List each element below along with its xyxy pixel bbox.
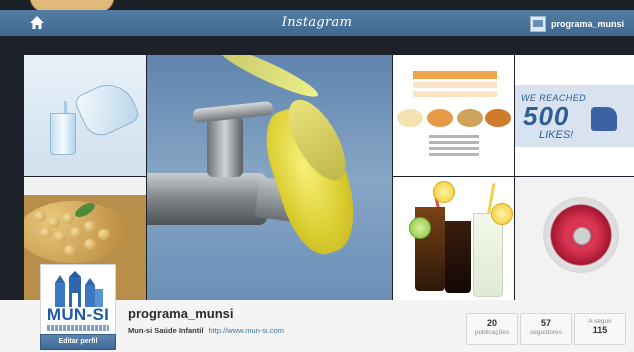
photo-detail [413,82,497,88]
photo-detail [397,109,423,127]
photo-detail [427,109,453,127]
photo-detail [429,141,479,144]
stat-following[interactable]: A seguir 115 [574,313,626,345]
photo-blender[interactable] [515,177,634,300]
thumbs-up-icon [591,107,617,131]
photo-detail [457,109,483,127]
profile-username: programa_munsi [128,306,234,321]
photo-500-likes[interactable]: WE REACHED 500 LIKES! [515,55,634,176]
photo-detail [433,181,455,203]
photo-detail [84,221,96,232]
photo-detail [573,227,591,245]
photo-detail [413,91,497,97]
photo-detail [429,147,479,150]
photo-detail [72,75,142,142]
photo-detail [429,153,479,156]
photo-detail [54,231,66,242]
bio-name: Mun-si Saúde Infantil [128,326,204,335]
photo-detail [64,245,76,256]
photo-detail [70,227,82,238]
bio-link[interactable]: http://www.mun-si.com [209,326,284,335]
photo-caption-number: 500 [523,101,570,131]
stat-following-label: A seguir [588,318,612,325]
photo-nutrition-info[interactable] [393,55,514,176]
photo-detail [48,217,60,228]
stat-posts[interactable]: 20 publicações [466,313,518,345]
avatar-tagline [47,325,109,331]
stat-followers[interactable]: 57 seguidores [520,313,572,345]
edit-profile-button[interactable]: Editar perfil [40,334,116,350]
castle-logo-icon [55,271,103,307]
photo-detail [24,159,146,176]
photo-water-pour[interactable] [24,55,146,176]
photo-detail [214,55,322,104]
stat-posts-label: publicações [474,329,510,336]
photo-iced-drinks[interactable] [393,177,514,300]
photo-detail [84,239,96,250]
stat-followers-value: 57 [540,318,551,328]
photo-detail [40,227,52,238]
profile-bio: Mun-si Saúde Infantil http://www.mun-si.… [128,326,284,335]
user-menu[interactable]: programa_munsi [529,16,624,32]
photo-bird-on-faucet[interactable] [147,55,392,300]
top-nav-bar: Instagram programa_munsi [0,10,634,36]
photo-detail [485,109,511,127]
photo-detail [62,213,74,224]
photo-detail [409,217,431,239]
photo-detail [147,173,267,225]
stat-followers-label: seguidores [530,329,562,336]
user-avatar-icon [529,16,546,32]
profile-stats: 20 publicações 57 seguidores A seguir 11… [466,313,626,345]
stat-following-value: 115 [592,325,608,335]
photo-caption-bottom: LIKES! [539,129,574,141]
stat-posts-value: 20 [486,318,497,328]
photo-detail [98,229,110,240]
photo-detail [473,213,503,297]
photo-detail [413,71,497,79]
photo-detail [50,113,76,155]
photo-detail [207,117,243,177]
photo-detail [491,203,513,225]
photo-detail [445,221,471,293]
avatar-wordmark: MUN-SI [46,305,110,324]
header-username: programa_munsi [550,19,624,29]
photo-detail [34,211,46,222]
photo-detail [429,135,479,138]
